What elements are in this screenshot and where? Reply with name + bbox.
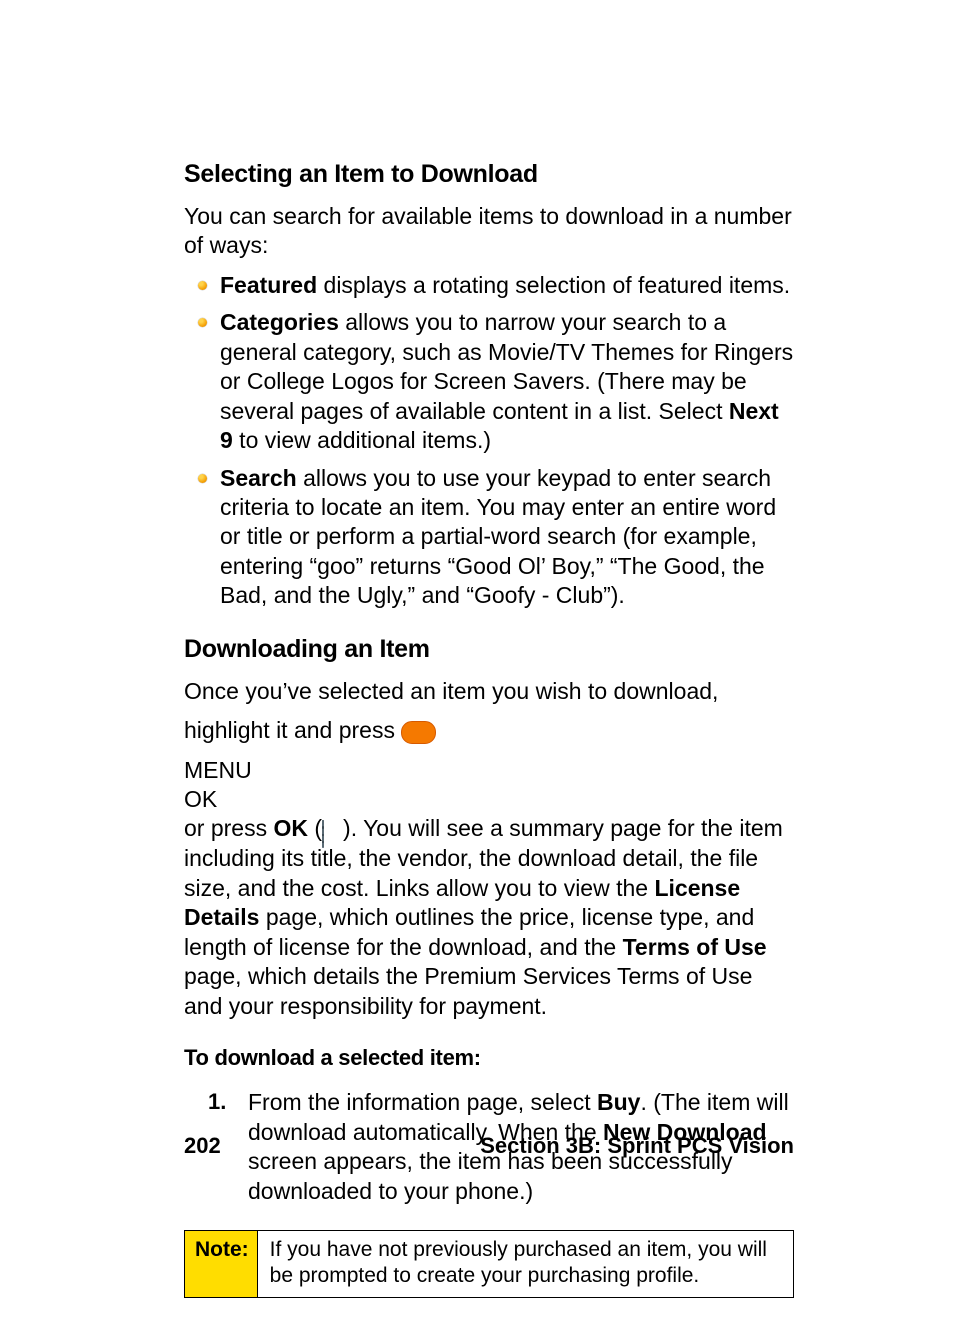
text-segment: highlight it and press xyxy=(184,717,401,743)
categories-text-b: to view additional items.) xyxy=(233,427,491,453)
menu-ok-button-icon xyxy=(401,721,436,744)
page-number: 202 xyxy=(184,1132,221,1160)
heading-downloading-item: Downloading an Item xyxy=(184,633,794,665)
buy-label: Buy xyxy=(597,1089,640,1115)
featured-text: displays a rotating selection of feature… xyxy=(317,272,790,298)
categories-label: Categories xyxy=(220,309,339,335)
list-item: Search allows you to use your keypad to … xyxy=(184,464,794,611)
manual-page: Selecting an Item to Download You can se… xyxy=(0,0,954,1336)
heading-selecting-item: Selecting an Item to Download xyxy=(184,158,794,190)
ok-label: OK xyxy=(273,815,308,841)
navigation-key-icon xyxy=(322,820,343,844)
search-text: allows you to use your keypad to enter s… xyxy=(220,465,776,609)
terms-of-use-label: Terms of Use xyxy=(623,934,767,960)
list-item: Categories allows you to narrow your sea… xyxy=(184,308,794,455)
note-body: If you have not previously purchased an … xyxy=(258,1231,793,1298)
menu-ok-bottom-text: OK xyxy=(184,785,794,814)
intro-paragraph: You can search for available items to do… xyxy=(184,202,794,261)
menu-ok-top-text: MENU xyxy=(184,756,794,785)
section-label: Section 3B: Sprint PCS Vision xyxy=(480,1132,794,1160)
featured-label: Featured xyxy=(220,272,317,298)
heading-to-download: To download a selected item: xyxy=(184,1044,794,1072)
search-label: Search xyxy=(220,465,297,491)
text-segment: From the information page, select xyxy=(248,1089,597,1115)
downloading-paragraph: highlight it and press xyxy=(184,716,794,745)
search-methods-list: Featured displays a rotating selection o… xyxy=(184,271,794,611)
note-callout: Note: If you have not previously purchas… xyxy=(184,1230,794,1299)
note-label: Note: xyxy=(185,1231,258,1298)
text-segment: or press xyxy=(184,815,273,841)
page-footer: 202 Section 3B: Sprint PCS Vision xyxy=(184,1132,794,1160)
downloading-intro: Once you’ve selected an item you wish to… xyxy=(184,677,794,706)
text-segment: page, which details the Premium Services… xyxy=(184,963,752,1018)
list-item: Featured displays a rotating selection o… xyxy=(184,271,794,300)
text-segment: ( xyxy=(308,815,322,841)
